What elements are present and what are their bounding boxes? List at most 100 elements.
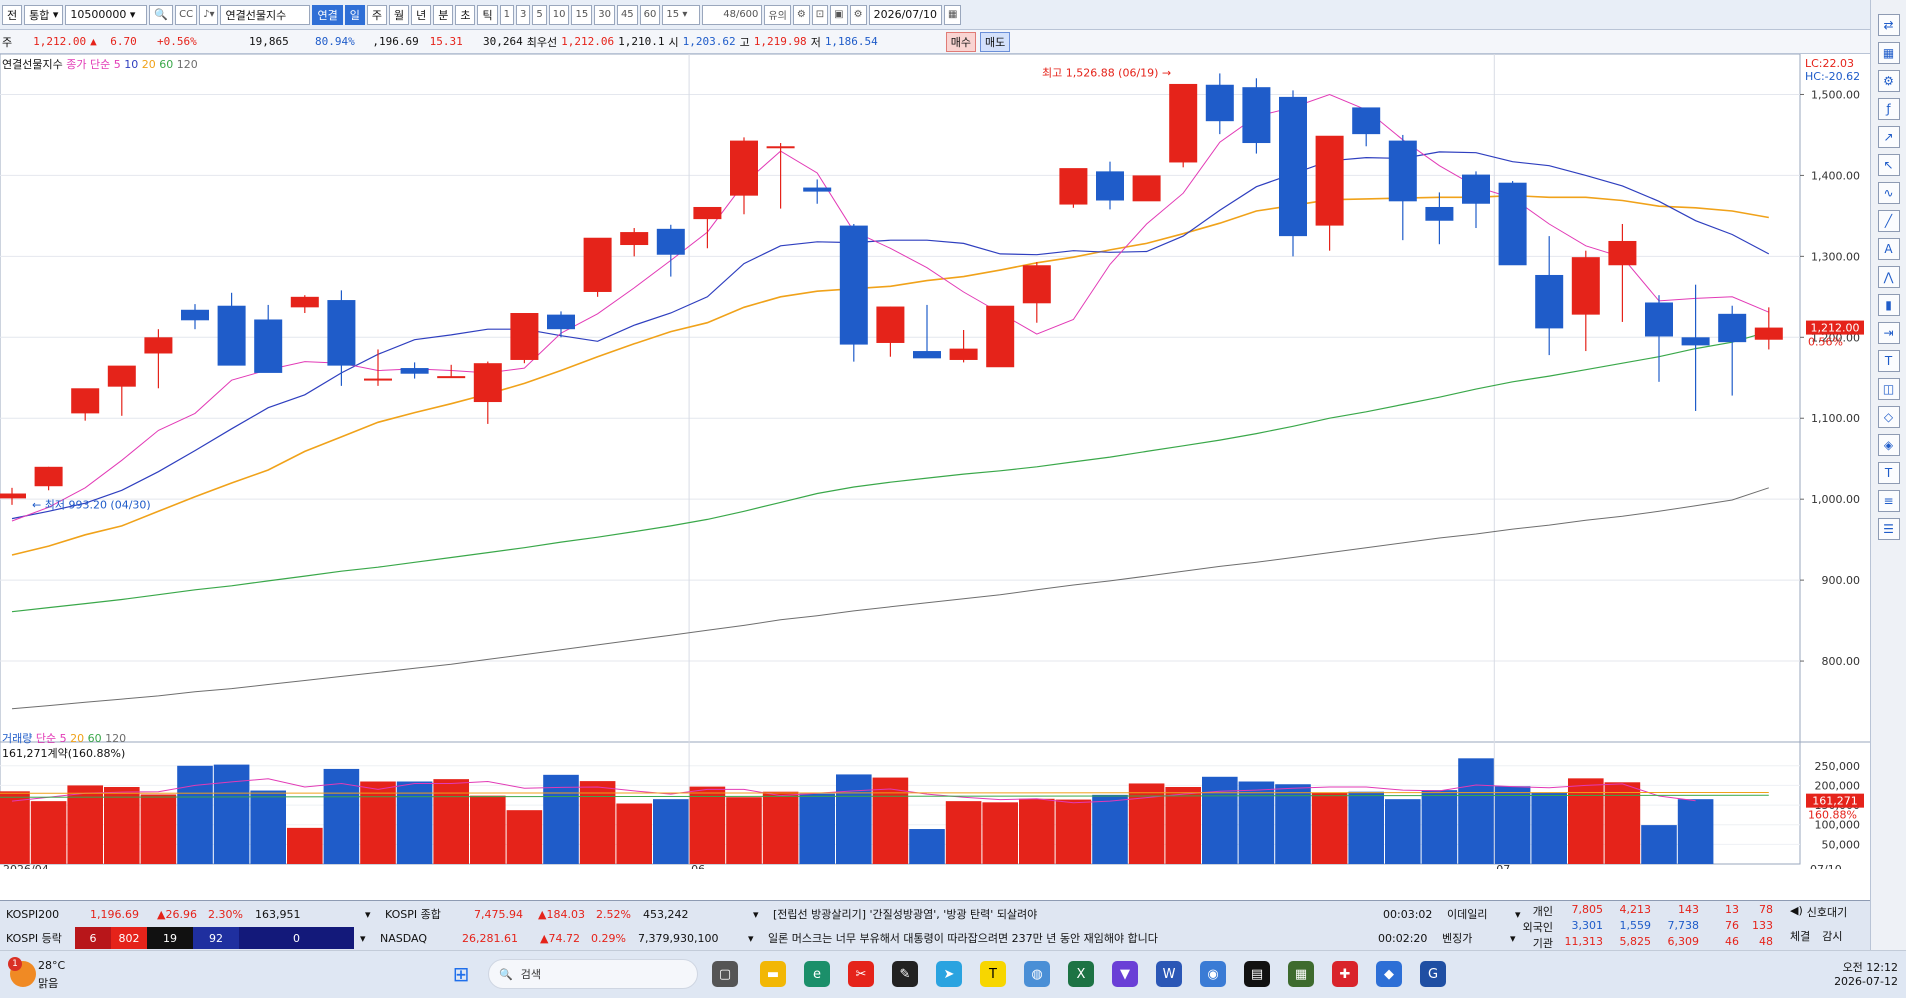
watch-button[interactable]: 감시 [1822, 928, 1842, 944]
breadth-upper: 6 [75, 927, 111, 949]
network-icon[interactable]: ◍ [1024, 961, 1050, 987]
trend-icon[interactable]: ↗ [1877, 126, 1900, 148]
interval-1[interactable]: 1 [499, 4, 514, 25]
compare-icon[interactable]: CC [175, 4, 198, 25]
swap-icon[interactable]: ⇄ [1877, 14, 1900, 36]
candle-body [510, 313, 539, 360]
dropdown-icon[interactable]: ▾ [354, 927, 374, 949]
word-icon[interactable]: W [1156, 961, 1182, 987]
chart-tools-icon[interactable]: ⚙ [792, 4, 810, 25]
interval-select[interactable]: 15 ▾ [662, 4, 701, 25]
chart-canvas[interactable]: 1,500.001,400.001,300.001,200.001,100.00… [0, 53, 1870, 876]
interval-45[interactable]: 45 [616, 4, 638, 25]
vol-legend-ma-label: 단순 [35, 732, 57, 745]
candle-body [620, 232, 649, 246]
news-headline-2[interactable]: 일론 머스크는 너무 부유해서 대통령이 따라잡으려면 237만 년 동안 재임… [762, 927, 1372, 949]
period-tab-second[interactable]: 초 [455, 4, 476, 25]
calendar-icon[interactable]: ▦ [944, 4, 962, 25]
grid-icon[interactable]: ▦ [1877, 42, 1900, 64]
cursor-icon[interactable]: ↖ [1877, 154, 1900, 176]
trading-app-icon[interactable]: ▦ [1288, 961, 1314, 987]
windows-start-icon[interactable]: ⊞ [448, 961, 474, 987]
excel-icon[interactable]: X [1068, 961, 1094, 987]
period-tab-month[interactable]: 월 [388, 4, 410, 25]
zoom-icon[interactable]: ⊡ [811, 4, 829, 25]
vpn-icon[interactable]: ▼ [1112, 961, 1138, 987]
speaker-icon[interactable]: ♪▾ [199, 4, 219, 25]
code-prefix[interactable]: 전 [2, 4, 23, 25]
task-view-icon[interactable]: ▢ [712, 961, 738, 987]
notes-icon[interactable]: ✎ [892, 961, 918, 987]
price-chart[interactable]: 1,500.00 1,400.00 1,300.00 1,200.00 1,100.00… [0, 53, 1870, 876]
period-tab-day[interactable]: 일 [344, 4, 365, 25]
investor-row-institution: 기관 11,313 5,825 6,309 46 48 [1515, 935, 1775, 951]
execution-button[interactable]: 체결 [1790, 928, 1810, 944]
control-panel-icon[interactable]: ◉ [1200, 961, 1226, 987]
taskbar-search[interactable]: 🔍 검색 [488, 959, 698, 989]
interval-10[interactable]: 10 [548, 4, 570, 25]
file-explorer-icon[interactable]: ▬ [760, 961, 786, 987]
investor-cell: 11,313 [1564, 935, 1604, 948]
period-tab-year[interactable]: 년 [411, 4, 432, 25]
kospi-label[interactable]: KOSPI 종합 [379, 903, 459, 925]
volume-bar [213, 764, 250, 864]
dropdown-icon[interactable]: ▾ [359, 903, 379, 925]
code-input[interactable]: 10500000 ▾ [65, 4, 148, 25]
edge-browser-icon[interactable]: e [804, 961, 830, 987]
period-tab-tick[interactable]: 틱 [477, 4, 498, 25]
symbol-name[interactable]: 연결선물지수 [220, 4, 311, 25]
news-source-2: 벤징가 [1442, 932, 1473, 945]
search-icon[interactable]: 🔍 [149, 4, 174, 25]
text-box-icon[interactable]: T [1877, 462, 1900, 484]
link-button[interactable]: 연결 [312, 4, 343, 25]
chart-icon[interactable]: ◫ [1877, 378, 1900, 400]
candle-body [1498, 182, 1527, 266]
interval-60[interactable]: 60 [639, 4, 661, 25]
wave-icon[interactable]: ∿ [1877, 182, 1900, 204]
signal-wait-button[interactable]: ◀) 신호대기 [1790, 904, 1847, 920]
kospi-volume: 453,242 [643, 907, 689, 921]
zigzag-icon[interactable]: ⋀ [1877, 266, 1900, 288]
snipping-tool-icon[interactable]: ✂ [848, 961, 874, 987]
telegram-icon[interactable]: ➤ [936, 961, 962, 987]
broker-app-icon[interactable]: ◆ [1376, 961, 1402, 987]
gear-icon[interactable]: ⚙ [1877, 70, 1900, 92]
arrow-icon[interactable]: ⇥ [1877, 322, 1900, 344]
erase-all-icon[interactable]: ◈ [1877, 434, 1900, 456]
sell-button[interactable]: 매도 [980, 31, 1011, 52]
line-icon[interactable]: ╱ [1877, 210, 1900, 232]
open-interest: 30,264 [483, 35, 523, 48]
date-input[interactable]: 2026/07/10 [868, 4, 942, 25]
period-tab-minute[interactable]: 분 [433, 4, 454, 25]
volume-bar [909, 829, 945, 864]
g-app-icon[interactable]: G [1420, 961, 1446, 987]
layers-icon[interactable]: ☰ [1877, 518, 1900, 540]
market-select[interactable]: 통합 ▾ [24, 4, 64, 25]
eraser-icon[interactable]: ◇ [1877, 406, 1900, 428]
nasdaq-label[interactable]: NASDAQ [374, 927, 454, 949]
news-headline-1[interactable]: [전립선 방광살리기] '간질성방광염', '방광 탄력' 되살려야 [767, 903, 1377, 925]
text-icon[interactable]: T [1877, 350, 1900, 372]
indicator-icon[interactable]: ƒ [1877, 98, 1900, 120]
settings-icon[interactable]: ⚙ [849, 4, 867, 25]
candle-body [803, 187, 832, 192]
auto-icon[interactable]: A [1877, 238, 1900, 260]
candle-icon[interactable]: ▮ [1877, 294, 1900, 316]
kospi200-label[interactable]: KOSPI200 [0, 903, 75, 925]
dropdown-icon[interactable]: ▾ [747, 903, 767, 925]
kakaotalk-icon[interactable]: T [980, 961, 1006, 987]
interval-15[interactable]: 15 [571, 4, 593, 25]
terminal-icon[interactable]: ▤ [1244, 961, 1270, 987]
list-icon[interactable]: ≡ [1877, 490, 1900, 512]
interval-3[interactable]: 3 [515, 4, 531, 25]
kospi-breadth-label[interactable]: KOSPI 등락 [0, 927, 75, 949]
interval-5[interactable]: 5 [532, 4, 547, 25]
y-tick-label: 900.00 [1822, 574, 1861, 587]
period-tab-week[interactable]: 주 [366, 4, 387, 25]
save-icon[interactable]: ▣ [830, 4, 848, 25]
securities-app-icon[interactable]: ✚ [1332, 961, 1358, 987]
tool-label[interactable]: 유의 [764, 4, 791, 25]
dropdown-icon[interactable]: ▾ [742, 927, 762, 949]
interval-30[interactable]: 30 [594, 4, 615, 25]
buy-button[interactable]: 매수 [945, 31, 977, 52]
